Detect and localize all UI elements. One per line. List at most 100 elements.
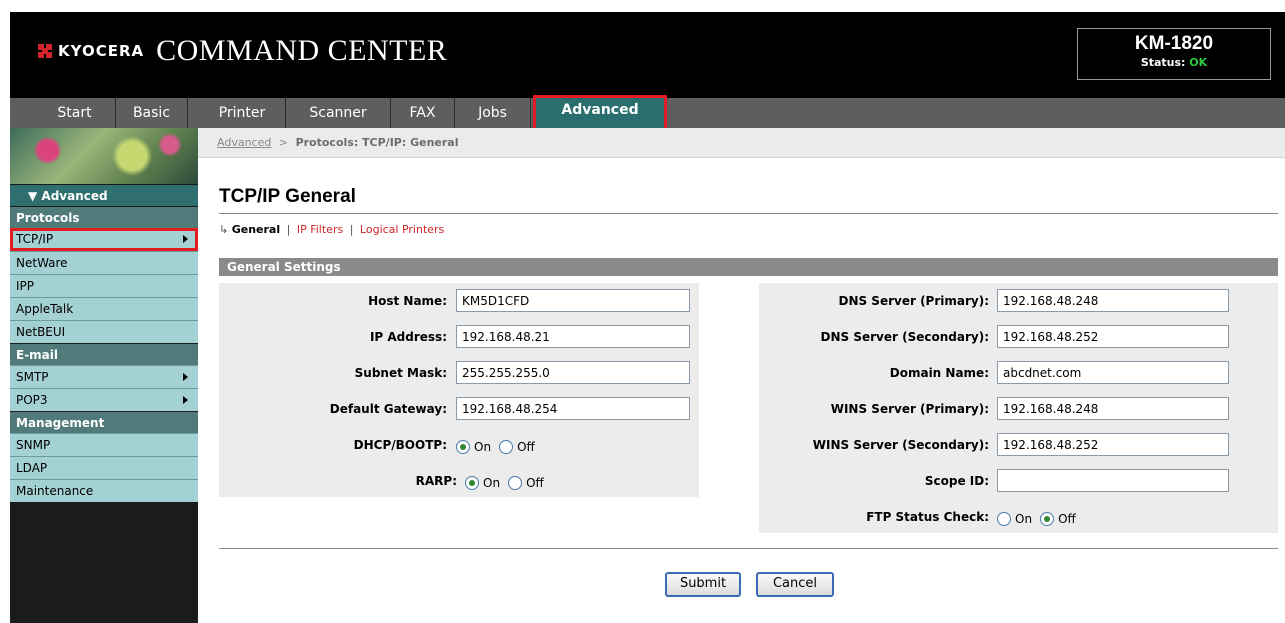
ip-address-input[interactable] <box>456 325 690 348</box>
sidebar-item-label: AppleTalk <box>16 302 74 316</box>
sidebar-item-label: SMTP <box>16 370 49 384</box>
dns-primary-label: DNS Server (Primary): <box>838 294 989 308</box>
brand-name: KYOCERA <box>58 42 145 60</box>
subnav-current-general: General <box>231 223 281 236</box>
tab-basic[interactable]: Basic <box>116 98 188 128</box>
cancel-button[interactable]: Cancel <box>756 572 834 597</box>
radio-label-on: On <box>1015 512 1033 526</box>
radio-label-off: Off <box>517 440 535 454</box>
dns-secondary-label: DNS Server (Secondary): <box>820 330 989 344</box>
rarp-off-radio[interactable] <box>508 476 523 490</box>
rarp-radio-group: On Off <box>465 471 552 495</box>
host-name-input[interactable] <box>456 289 690 312</box>
subnav-arrow-icon: ↳ <box>219 223 229 236</box>
host-name-label: Host Name: <box>368 294 447 308</box>
dhcp-bootp-off-radio[interactable] <box>499 440 514 454</box>
device-status: Status: OK <box>1078 56 1270 69</box>
sidebar-flower-image <box>10 128 198 184</box>
sidebar-item-ldap[interactable]: LDAP <box>10 456 198 479</box>
sidebar-section-label: Advanced <box>41 189 108 203</box>
subnet-mask-input[interactable] <box>456 361 690 384</box>
product-name: COMMAND CENTER <box>156 34 448 67</box>
right-settings-panel: DNS Server (Primary): DNS Server (Second… <box>759 283 1278 533</box>
section-header-general-settings: General Settings <box>219 258 1278 276</box>
sidebar-item-snmp[interactable]: SNMP <box>10 433 198 456</box>
breadcrumb-current: Protocols: TCP/IP: General <box>295 136 459 149</box>
page-title: TCP/IP General <box>219 186 356 207</box>
tab-start[interactable]: Start <box>34 98 116 128</box>
sidebar-item-label: IPP <box>16 279 35 293</box>
sidebar-group-email: E-mail <box>10 343 198 365</box>
tab-scanner[interactable]: Scanner <box>286 98 391 128</box>
sidebar-item-appletalk[interactable]: AppleTalk <box>10 297 198 320</box>
breadcrumb-separator: > <box>278 136 289 149</box>
radio-label-off: Off <box>1058 512 1076 526</box>
sidebar-item-label: NetWare <box>16 256 68 270</box>
sidebar-section-advanced[interactable]: ▼ Advanced <box>10 184 198 206</box>
tab-printer[interactable]: Printer <box>199 98 286 128</box>
sidebar-item-netware[interactable]: NetWare <box>10 251 198 274</box>
sidebar-item-maintenance[interactable]: Maintenance <box>10 479 198 502</box>
wins-primary-label: WINS Server (Primary): <box>830 402 989 416</box>
main-tab-bar: Start Basic Printer Scanner FAX Jobs Adv… <box>10 95 1285 131</box>
radio-label-off: Off <box>526 476 544 490</box>
sidebar: ▼ Advanced Protocols TCP/IP NetWare IPP … <box>10 128 198 623</box>
title-divider <box>219 213 1278 214</box>
subnav-separator: | <box>349 223 354 236</box>
subnav-link-ip-filters[interactable]: IP Filters <box>297 223 343 236</box>
wins-primary-input[interactable] <box>997 397 1229 420</box>
model-name: KM-1820 <box>1134 33 1214 54</box>
subnav-separator: | <box>286 223 291 236</box>
sidebar-item-tcpip[interactable]: TCP/IP <box>10 228 198 251</box>
ip-address-label: IP Address: <box>369 330 447 344</box>
domain-name-label: Domain Name: <box>889 366 989 380</box>
chevron-right-icon <box>183 373 188 381</box>
tab-advanced[interactable]: Advanced <box>533 95 667 131</box>
default-gateway-label: Default Gateway: <box>329 402 447 416</box>
sidebar-item-netbeui[interactable]: NetBEUI <box>10 320 198 343</box>
breadcrumb: Advanced > Protocols: TCP/IP: General <box>198 128 1285 158</box>
submit-button[interactable]: Submit <box>665 572 741 597</box>
device-status-box: KM-1820 Status: OK <box>1077 28 1271 80</box>
chevron-right-icon <box>183 396 188 404</box>
left-settings-panel: Host Name: IP Address: Subnet Mask: Defa… <box>219 283 699 497</box>
radio-label-on: On <box>483 476 501 490</box>
domain-name-input[interactable] <box>997 361 1229 384</box>
sidebar-item-pop3[interactable]: POP3 <box>10 388 198 411</box>
sidebar-item-ipp[interactable]: IPP <box>10 274 198 297</box>
wins-secondary-label: WINS Server (Secondary): <box>812 438 989 452</box>
ftp-status-check-on-radio[interactable] <box>997 512 1011 526</box>
subnav-link-logical-printers[interactable]: Logical Printers <box>360 223 444 236</box>
sidebar-item-label: NetBEUI <box>16 325 66 339</box>
tab-jobs[interactable]: Jobs <box>455 98 531 128</box>
rarp-on-radio[interactable] <box>465 476 479 490</box>
ftp-status-check-label: FTP Status Check: <box>866 510 989 524</box>
dns-primary-input[interactable] <box>997 289 1229 312</box>
dns-secondary-input[interactable] <box>997 325 1229 348</box>
default-gateway-input[interactable] <box>456 397 690 420</box>
sidebar-group-management: Management <box>10 411 198 433</box>
sub-navigation: ↳ General | IP Filters | Logical Printer… <box>219 223 444 236</box>
wins-secondary-input[interactable] <box>997 433 1229 456</box>
kyocera-logo: KYOCERA COMMAND CENTER <box>38 34 447 68</box>
form-divider <box>219 548 1278 549</box>
status-label: Status: <box>1140 56 1186 69</box>
ftp-status-check-radio-group: On Off <box>997 507 1084 531</box>
scope-id-input[interactable] <box>997 469 1229 492</box>
ftp-status-check-off-radio[interactable] <box>1040 512 1055 526</box>
sidebar-item-smtp[interactable]: SMTP <box>10 365 198 388</box>
rarp-label: RARP: <box>415 474 457 488</box>
sidebar-item-label: Maintenance <box>16 484 94 498</box>
sidebar-item-label: LDAP <box>16 461 48 475</box>
sidebar-group-protocols: Protocols <box>10 206 198 228</box>
sidebar-item-label: TCP/IP <box>16 232 54 246</box>
tab-fax[interactable]: FAX <box>391 98 455 128</box>
subnet-mask-label: Subnet Mask: <box>354 366 447 380</box>
sidebar-item-label: POP3 <box>16 393 48 407</box>
kyocera-logo-mark-icon <box>38 44 54 58</box>
dhcp-bootp-radio-group: On Off <box>456 435 543 459</box>
breadcrumb-link-advanced[interactable]: Advanced <box>217 136 271 149</box>
status-value: OK <box>1189 56 1208 69</box>
dhcp-bootp-on-radio[interactable] <box>456 440 470 454</box>
header-bar: KYOCERA COMMAND CENTER KM-1820 Status: O… <box>10 12 1285 98</box>
